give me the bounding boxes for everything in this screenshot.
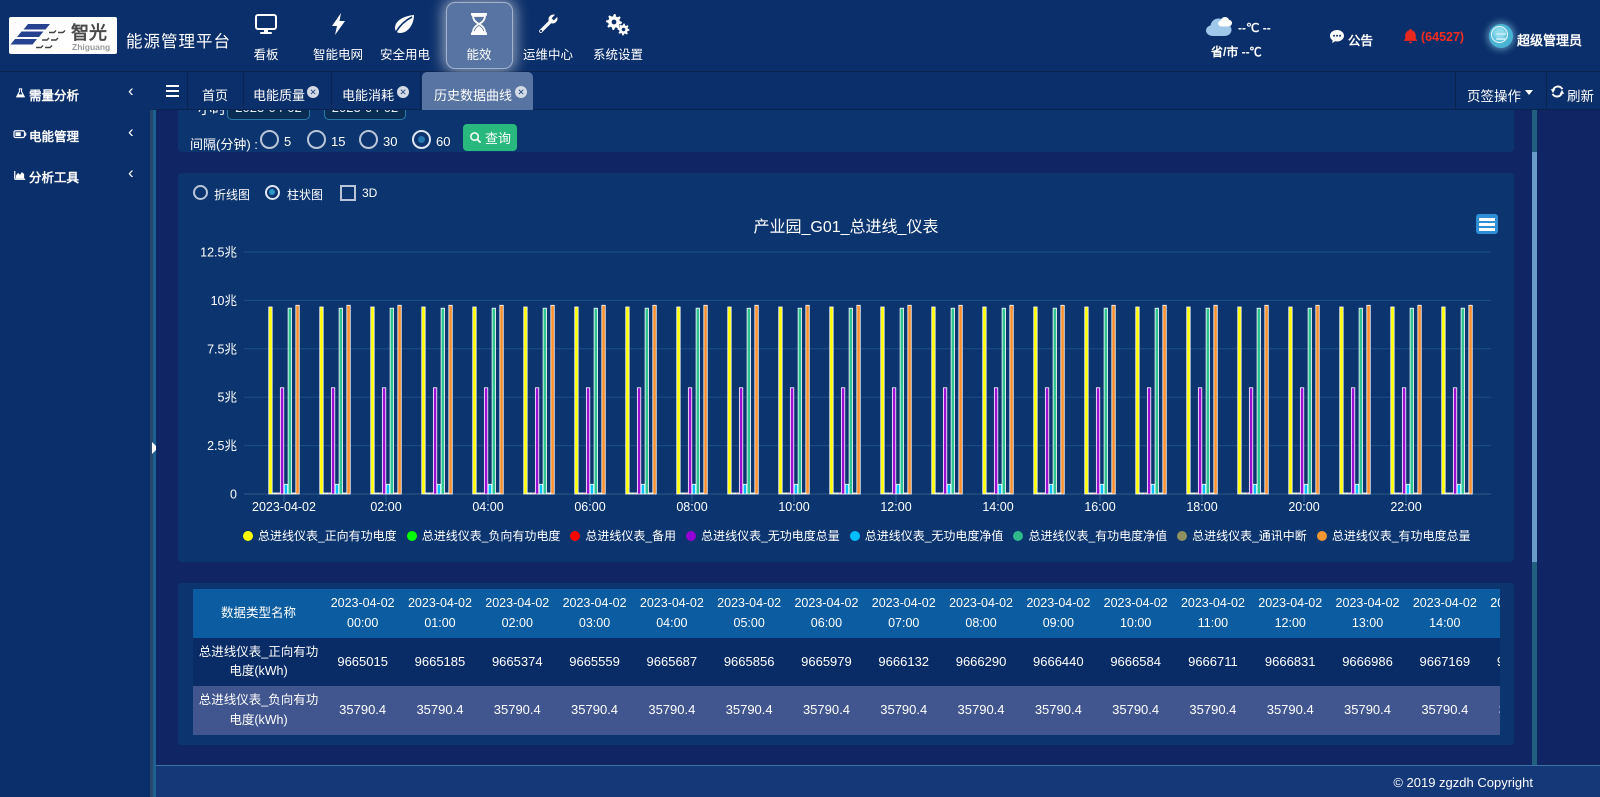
svg-text:18:00: 18:00: [1186, 500, 1217, 514]
svg-text:08:00: 08:00: [676, 500, 707, 514]
svg-text:5兆: 5兆: [218, 391, 238, 405]
svg-text:10:00: 10:00: [778, 500, 809, 514]
svg-text:02:00: 02:00: [370, 500, 401, 514]
svg-text:10兆: 10兆: [211, 294, 238, 308]
svg-text:12:00: 12:00: [880, 500, 911, 514]
svg-text:智光: 智光: [71, 22, 107, 43]
svg-text:7.5兆: 7.5兆: [207, 342, 237, 356]
svg-text:20:00: 20:00: [1288, 500, 1319, 514]
svg-text:2.5兆: 2.5兆: [207, 439, 237, 453]
svg-text:12.5兆: 12.5兆: [200, 246, 237, 260]
svg-text:2023-04-02: 2023-04-02: [252, 500, 316, 514]
svg-text:Zhiguang: Zhiguang: [72, 42, 110, 52]
svg-text:06:00: 06:00: [574, 500, 605, 514]
svg-text:14:00: 14:00: [982, 500, 1013, 514]
svg-text:04:00: 04:00: [472, 500, 503, 514]
svg-text:16:00: 16:00: [1084, 500, 1115, 514]
svg-text:22:00: 22:00: [1390, 500, 1421, 514]
svg-text:0: 0: [230, 488, 237, 502]
